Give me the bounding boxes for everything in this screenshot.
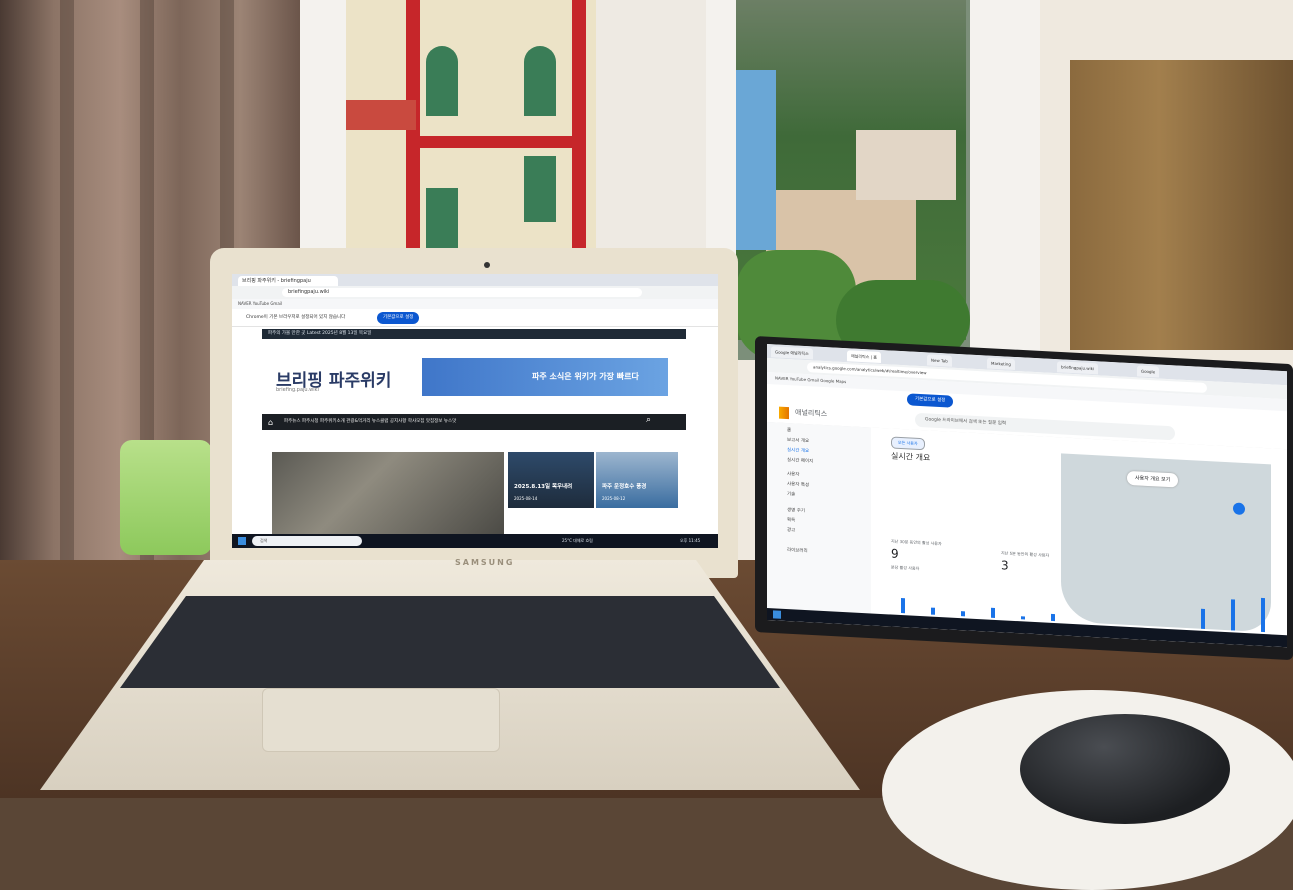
wooden-cabinet [1070,60,1293,350]
sidebar-item[interactable]: 홈 [787,427,791,433]
curtain-fold [60,0,74,600]
laptop-screen: 브리핑 파주위키 - briefingpaju briefingpaju.wik… [232,274,718,548]
building-window [426,46,458,116]
keyboard[interactable] [120,596,780,688]
sidebar-item[interactable]: 실시간 페이지 [787,457,813,464]
map-location-marker[interactable] [1233,502,1245,516]
activity-bar [1051,614,1055,622]
sidebar-item[interactable]: 획득 [787,517,795,523]
browser-tab[interactable]: 브리핑 파주위키 - briefingpaju [238,276,338,286]
activity-bar [1021,615,1025,620]
browser-tab[interactable]: 애널리틱스 | 홈 [847,350,881,363]
windows-start-icon[interactable] [773,610,781,619]
card-title: 2025.8.13일 목우내려 [514,484,573,490]
ga-title[interactable]: 애널리틱스 [795,407,827,419]
house-blue [736,70,776,250]
green-bag [120,440,212,555]
browser-tab[interactable]: New Tab [927,354,952,367]
ga-main: 모든 사용자 실시간 개요 사용자 개요 보기 지난 30분 동안의 활성 사용… [871,427,1287,640]
webcam [484,262,490,268]
building-trim [572,0,586,250]
notice-text: Chrome이 기본 브라우저로 설정되어 있지 않습니다 [246,315,346,320]
home-icon[interactable]: ⌂ [268,418,273,427]
browser-tab[interactable]: Google 애널리틱스 [771,346,813,360]
touchpad[interactable] [262,688,500,752]
news-card[interactable]: 파주 운정호수 풍경 2025-08-12 [596,452,678,508]
browser-tab[interactable]: Marketing [987,357,1015,370]
window-pane-right [736,0,970,360]
hero-image[interactable] [272,452,504,536]
sidebar-item[interactable]: 라이브러리 [787,547,808,554]
card-title: 파주 운정호수 풍경 [602,484,647,490]
banner-text: 파주 소식은 위키가 가장 빠르다 [532,372,639,381]
building-window [524,156,556,222]
user-overview-button[interactable]: 사용자 개요 보기 [1127,470,1179,488]
site-topbar: 파주의 가볼 만한 곳 Latest 2025년 8월 13일 목요일 [262,329,686,339]
sidebar-item[interactable]: 사용자 특성 [787,481,809,488]
news-card[interactable]: 2025.8.13일 목우내려 2025-08-14 [508,452,594,508]
activity-bar [961,611,965,617]
metric-sublabel: 분당 활성 사용자 [891,564,920,571]
windows-start-icon[interactable] [238,537,246,545]
sidebar-item[interactable]: 생명 주기 [787,507,805,514]
activity-bar [1231,599,1235,631]
metric-label: 지난 5분 동안의 활성 사용자 [1001,550,1050,558]
sidebar-item[interactable]: 광고 [787,527,795,533]
metric-value: 3 [1001,558,1009,573]
filter-chip[interactable]: 모든 사용자 [891,436,925,451]
search-icon[interactable]: ⌕ [646,415,651,425]
sidebar-item[interactable]: 실시간 개요 [787,447,809,454]
browser-tab[interactable]: briefingpaju.wiki [1057,361,1099,375]
window-post [596,0,706,262]
url-input[interactable]: briefingpaju.wiki [282,288,642,297]
sidebar-item[interactable]: 기술 [787,491,795,497]
card-date: 2025-08-14 [514,496,538,501]
computer-mouse[interactable] [1020,714,1230,824]
ga-sidebar: 홈 보고서 개요 실시간 개요 실시간 페이지 사용자 사용자 특성 기술 생명… [767,422,871,618]
set-default-button[interactable]: 기본값으로 설정 [907,393,954,408]
bookmarks-bar[interactable]: NAVER YouTube Gmail [232,299,718,309]
house [856,130,956,200]
address-bar: briefingpaju.wiki [232,286,718,299]
analytics-logo-icon [779,406,789,420]
roof [346,100,416,130]
site-subtitle: briefing.paju.wiki [276,387,319,393]
set-default-button[interactable]: 기본값으로 설정 [377,312,420,324]
taskbar-clock[interactable]: 오후 11:45 [680,534,700,548]
browser-tabbar: 브리핑 파주위키 - briefingpaju [232,274,718,286]
activity-bar [1261,597,1265,633]
activity-bar [991,607,995,618]
sidebar-item[interactable]: 사용자 [787,471,799,478]
page-title: 실시간 개요 [891,451,931,463]
taskbar-weather[interactable]: 25°C 대체로 흐림 [562,534,593,548]
site-nav[interactable]: 파주뉴스 파주시청 파주위키소개 관광&먹거리 뉴스클럽 공지사항 학사모집 맛… [262,414,686,430]
card-date: 2025-08-12 [602,496,626,501]
site-banner[interactable]: 파주 소식은 위키가 가장 빠르다 [422,358,668,396]
window-pane-left [346,0,596,250]
metric-label: 지난 30분 동안의 활성 사용자 [891,538,942,547]
laptop-brand: SAMSUNG [455,558,515,567]
activity-bar [1201,608,1205,629]
metric-value: 9 [891,546,899,561]
activity-bar [931,607,935,615]
building-window [524,46,556,116]
windows-taskbar: 검색 25°C 대체로 흐림 오후 11:45 [232,534,718,548]
taskbar-search[interactable]: 검색 [252,536,362,546]
monitor-screen: Google 애널리틱스 애널리틱스 | 홈 New Tab Marketing… [767,344,1287,648]
default-browser-notice: Chrome이 기본 브라우저로 설정되어 있지 않습니다 기본값으로 설정 [232,309,718,327]
browser-tab[interactable]: Google [1137,365,1160,378]
sidebar-item[interactable]: 보고서 개요 [787,437,809,444]
building-window [426,188,458,250]
activity-bar [901,597,905,614]
building-trim [406,136,586,148]
